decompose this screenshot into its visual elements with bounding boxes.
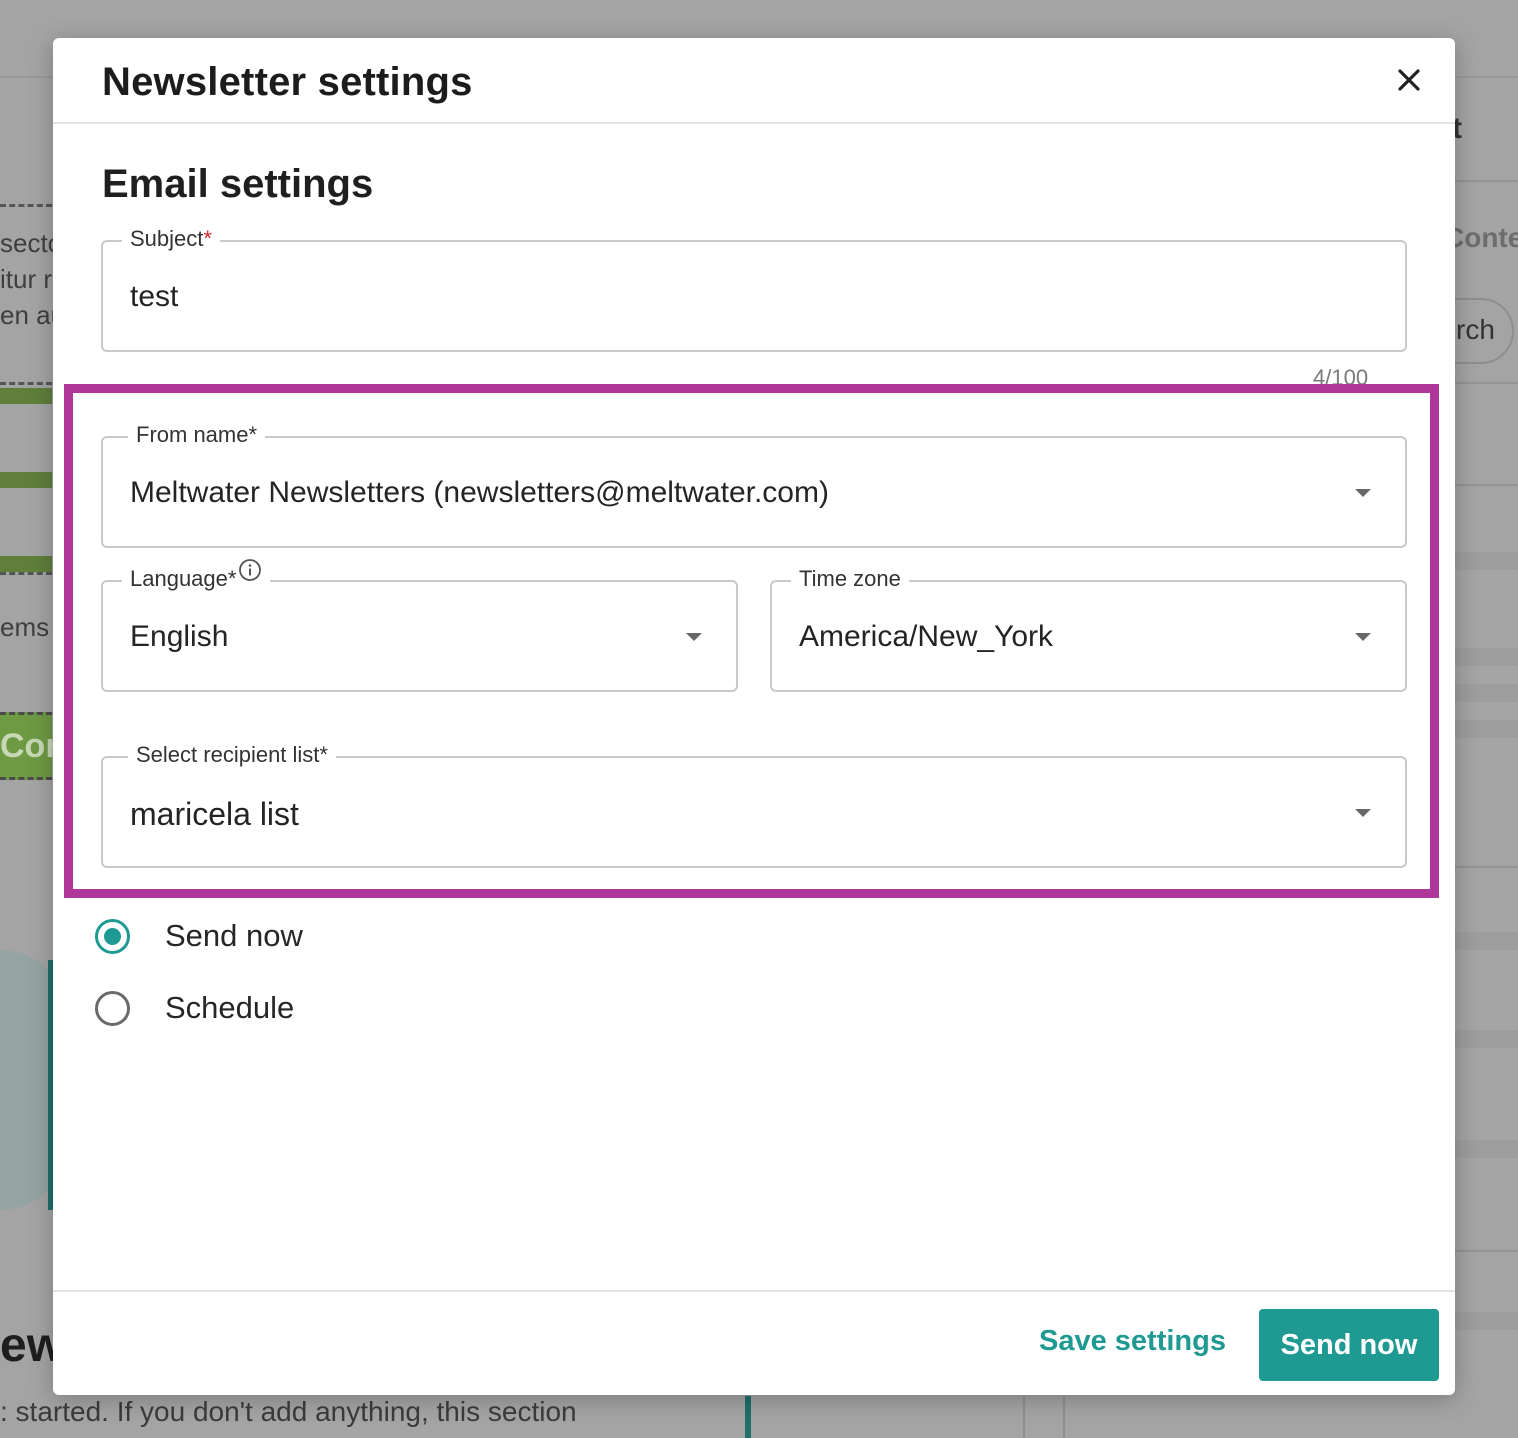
schedule-option[interactable]: Schedule [95,988,294,1028]
time-zone-label: Time zone [791,566,909,592]
background-stripe [1455,1312,1518,1330]
background-stripe [1455,1140,1518,1158]
modal-header: Newsletter settings [53,38,1455,124]
from-name-value: Meltwater Newsletters (newsletters@meltw… [130,476,829,509]
send-now-option-label: Send now [165,918,303,953]
background-green-bar [0,472,52,488]
background-dashed-line [0,572,52,575]
required-marker: * [203,226,212,251]
background-body-text: : started. If you don't add anything, th… [0,1396,577,1427]
background-divider [1455,484,1518,486]
modal-title: Newsletter settings [102,60,473,104]
recipient-list-select[interactable]: Select recipient list* maricela list [101,742,1407,868]
chevron-down-icon [1355,633,1371,641]
background-divider [1023,1396,1025,1438]
background-stripe [1455,552,1518,570]
subject-label: Subject* [122,226,220,252]
modal-footer: Save settings Send now [53,1290,1455,1395]
background-stripe [1455,720,1518,738]
recipient-list-value: maricela list [130,796,299,832]
language-value: English [130,620,229,653]
chevron-down-icon [686,633,702,641]
background-stripe [1455,684,1518,702]
character-counter: 4/100 [1313,365,1369,390]
background-accent-bar [745,1396,751,1438]
section-title: Email settings [102,162,374,206]
language-select[interactable]: Language* English [101,559,738,692]
background-stripe [1455,1030,1518,1048]
save-settings-button[interactable]: Save settings [1039,1325,1226,1358]
background-divider [1063,1396,1065,1438]
close-icon [1398,69,1420,91]
background-divider [1455,180,1518,182]
schedule-option-label: Schedule [165,990,295,1025]
from-name-select[interactable]: From name* Meltwater Newsletters (newsle… [101,422,1407,548]
recipient-list-label: Select recipient list* [128,742,336,768]
background-text-fragment: itur r [0,264,52,294]
from-name-label: From name* [128,422,266,448]
background-text-fragment: ems [0,612,50,642]
language-label: Language* [122,559,271,592]
subject-input[interactable]: test [130,280,178,314]
chevron-down-icon [1355,809,1371,817]
background-tab-label: Conte [1444,222,1518,253]
background-stripe [1455,932,1518,950]
background-dashed-line [0,204,52,207]
info-icon[interactable] [238,558,262,582]
send-now-option[interactable]: Send now [95,916,303,956]
background-dashed-line [0,382,52,385]
subject-field[interactable]: Subject* test [101,226,1407,352]
background-tab: Corp [0,712,79,780]
background-divider [1455,1250,1518,1252]
time-zone-value: America/New_York [799,620,1053,653]
chevron-down-icon [1355,489,1371,497]
background-stripe [1455,648,1518,666]
send-now-radio[interactable] [95,918,130,954]
close-button[interactable] [1393,64,1425,96]
background-green-bar [0,388,52,404]
background-divider [1455,866,1518,868]
schedule-radio[interactable] [95,990,130,1026]
send-now-button[interactable]: Send now [1259,1309,1439,1381]
newsletter-settings-modal: Newsletter settings Email settings Subje… [53,38,1455,1395]
background-divider [1455,382,1518,384]
background-search-label: rch [1456,314,1495,345]
background-green-bar [0,556,52,572]
time-zone-select[interactable]: Time zone America/New_York [770,566,1407,692]
